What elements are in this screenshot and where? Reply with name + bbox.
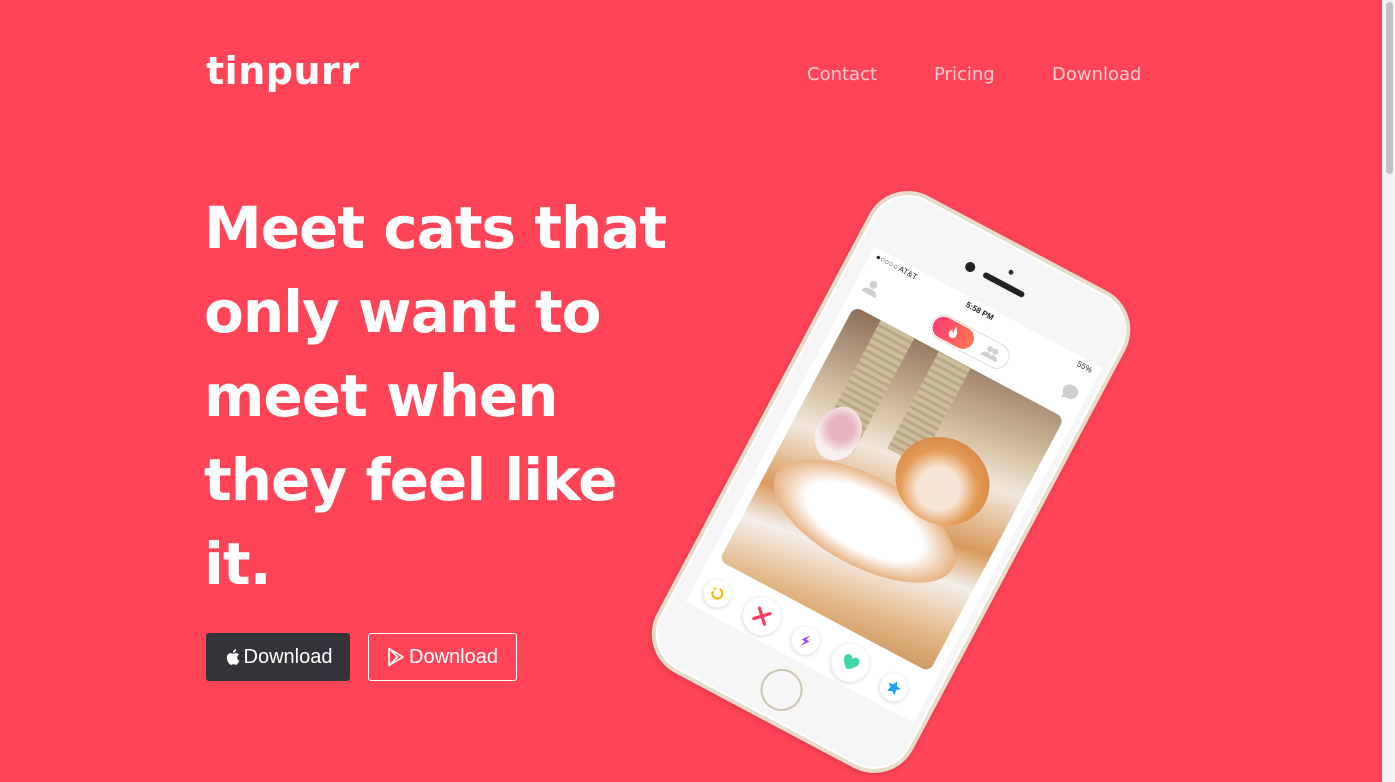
nav-pricing-link[interactable]: Pricing <box>934 64 995 85</box>
top-nav: Contact Pricing Download <box>0 64 1395 88</box>
boost-button <box>786 621 825 660</box>
phone-camera <box>963 260 977 274</box>
phone-speaker <box>982 271 1026 299</box>
app-store-download-button[interactable]: Download <box>206 633 350 681</box>
app-store-download-label: Download <box>243 645 333 668</box>
phone-screen: ●○○○○ AT&T 5:58 PM 55% <box>685 246 1103 723</box>
google-play-icon <box>388 647 404 667</box>
phone-frame: ●○○○○ AT&T 5:58 PM 55% <box>636 175 1146 782</box>
profile-icon <box>861 280 878 299</box>
superlike-button <box>874 668 913 707</box>
rewind-button <box>698 574 737 613</box>
phone-home-button <box>753 661 810 719</box>
google-play-download-button[interactable]: Download <box>368 633 517 681</box>
like-button <box>824 637 876 689</box>
group-icon <box>980 345 999 363</box>
nope-button <box>736 590 788 642</box>
google-play-download-label: Download <box>409 645 498 668</box>
flame-toggle <box>928 312 978 353</box>
nav-download-link[interactable]: Download <box>1052 64 1141 85</box>
status-battery: 55% <box>1075 359 1094 375</box>
hero-headline: Meet cats that only want to meet when th… <box>204 194 667 598</box>
star-icon <box>887 681 901 696</box>
chat-icon <box>1060 384 1079 400</box>
apple-icon <box>226 649 239 665</box>
heart-icon <box>843 654 860 670</box>
nav-contact-link[interactable]: Contact <box>807 64 877 85</box>
rewind-icon <box>711 587 724 600</box>
page-scrollbar[interactable] <box>1382 0 1395 782</box>
flame-icon <box>948 326 958 339</box>
phone-mockup: ●○○○○ AT&T 5:58 PM 55% <box>636 175 1146 782</box>
phone-sensor <box>1007 268 1015 276</box>
scrollbar-thumb[interactable] <box>1386 2 1393 174</box>
nope-icon <box>752 606 772 626</box>
boost-icon <box>800 635 811 646</box>
